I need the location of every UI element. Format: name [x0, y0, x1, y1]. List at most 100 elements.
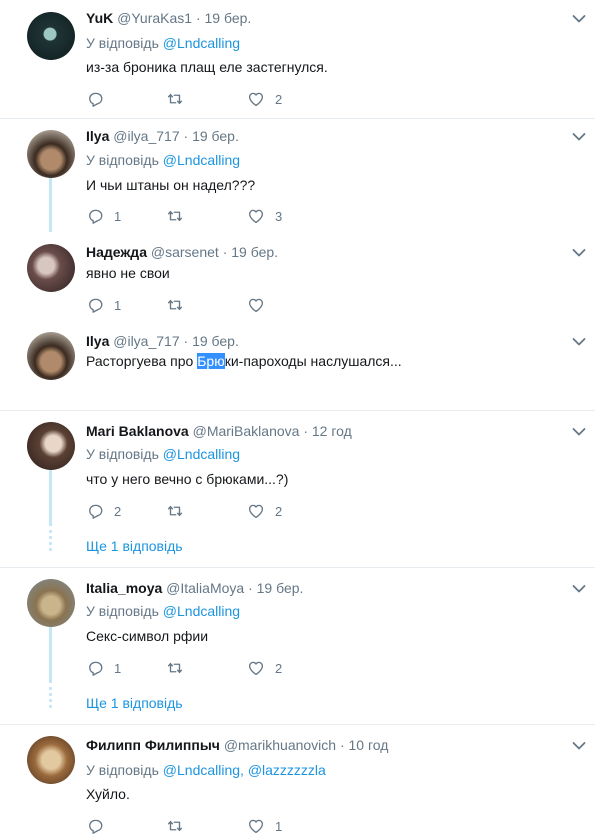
- show-more-replies-link[interactable]: Ще 1 відповідь: [86, 538, 183, 554]
- avatar[interactable]: [27, 244, 75, 292]
- reply-icon: [86, 207, 104, 225]
- reply-count: 2: [114, 503, 122, 519]
- reply-button[interactable]: 1: [86, 206, 121, 226]
- chevron-down-icon[interactable]: [572, 337, 586, 347]
- author-handle[interactable]: @ilya_717: [113, 333, 179, 349]
- author-name[interactable]: Mari Baklanova: [86, 423, 189, 439]
- author-handle[interactable]: @marikhuanovich: [224, 737, 336, 753]
- chevron-down-icon[interactable]: [572, 14, 586, 24]
- heart-icon: [247, 296, 265, 314]
- reply-mention[interactable]: @Lndcalling,: [163, 762, 244, 778]
- author-handle[interactable]: @ilya_717: [113, 128, 179, 144]
- thread-dots: [49, 530, 52, 554]
- avatar[interactable]: [27, 130, 75, 178]
- author-handle[interactable]: @ItaliaMoya: [166, 580, 244, 596]
- reply-context: У відповідь @Lndcalling, @lazzzzzzla: [86, 762, 326, 778]
- reply-count: 1: [114, 660, 122, 676]
- reply-mention[interactable]: @lazzzzzzla: [248, 762, 326, 778]
- like-button[interactable]: 1: [247, 816, 282, 836]
- tweet-header: Italia_moya @ItaliaMoya · 19 бер.: [86, 580, 303, 596]
- retweet-icon: [166, 90, 184, 108]
- author-name[interactable]: Italia_moya: [86, 580, 162, 596]
- reply-count: 1: [114, 297, 122, 313]
- reply-button[interactable]: 1: [86, 658, 121, 678]
- retweet-button[interactable]: [166, 658, 184, 678]
- reply-button[interactable]: 1: [86, 295, 121, 315]
- retweet-icon: [166, 659, 184, 677]
- reply-button[interactable]: 2: [86, 501, 121, 521]
- thread-line: [49, 178, 52, 232]
- heart-icon: [247, 659, 265, 677]
- reply-mention[interactable]: @Lndcalling: [163, 446, 240, 462]
- show-more-replies-link[interactable]: Ще 1 відповідь: [86, 695, 183, 711]
- like-count: 3: [275, 208, 283, 224]
- tweet-header: Ilya @ilya_717 · 19 бер.: [86, 333, 239, 349]
- like-button[interactable]: 2: [247, 501, 282, 521]
- tweet-text-part: ки-пароходы наслушался...: [224, 353, 402, 369]
- avatar[interactable]: [27, 12, 75, 60]
- reply-mention[interactable]: @Lndcalling: [163, 603, 240, 619]
- divider: [0, 118, 595, 119]
- chevron-down-icon[interactable]: [572, 427, 586, 437]
- reply-button[interactable]: [86, 816, 104, 836]
- retweet-icon: [166, 502, 184, 520]
- reply-icon: [86, 502, 104, 520]
- retweet-button[interactable]: [166, 816, 184, 836]
- reply-prefix: У відповідь: [86, 35, 159, 51]
- tweet-date[interactable]: · 10 год: [340, 737, 388, 753]
- reply-button[interactable]: [86, 89, 104, 109]
- tweet-header: Mari Baklanova @MariBaklanova · 12 год: [86, 423, 352, 439]
- heart-icon: [247, 207, 265, 225]
- like-button[interactable]: 3: [247, 206, 282, 226]
- chevron-down-icon[interactable]: [572, 584, 586, 594]
- avatar[interactable]: [27, 332, 75, 380]
- reply-mention[interactable]: @Lndcalling: [163, 152, 240, 168]
- retweet-icon: [166, 207, 184, 225]
- avatar[interactable]: [27, 736, 75, 784]
- retweet-button[interactable]: [166, 206, 184, 226]
- chevron-down-icon[interactable]: [572, 741, 586, 751]
- avatar[interactable]: [27, 579, 75, 627]
- reply-context: У відповідь @Lndcalling: [86, 35, 240, 51]
- heart-icon: [247, 502, 265, 520]
- like-count: 2: [275, 503, 283, 519]
- tweet-date[interactable]: · 19 бер.: [184, 333, 239, 349]
- tweet-date[interactable]: · 19 бер.: [184, 128, 239, 144]
- author-name[interactable]: Надежда: [86, 244, 147, 260]
- author-name[interactable]: Филипп Филиппыч: [86, 737, 220, 753]
- author-handle[interactable]: @YuraKas1: [117, 10, 192, 26]
- tweet-text: явно не свои: [86, 265, 170, 281]
- tweet-date[interactable]: · 19 бер.: [223, 244, 278, 260]
- tweet-header: Ilya @ilya_717 · 19 бер.: [86, 128, 239, 144]
- author-name[interactable]: Ilya: [86, 333, 109, 349]
- author-name[interactable]: Ilya: [86, 128, 109, 144]
- avatar[interactable]: [27, 422, 75, 470]
- divider: [0, 410, 595, 411]
- tweet-date[interactable]: · 19 бер.: [196, 10, 251, 26]
- author-name[interactable]: YuK: [86, 10, 113, 26]
- retweet-button[interactable]: [166, 295, 184, 315]
- like-button[interactable]: [247, 295, 265, 315]
- like-button[interactable]: 2: [247, 658, 282, 678]
- tweet-date[interactable]: · 19 бер.: [248, 580, 303, 596]
- chevron-down-icon[interactable]: [572, 132, 586, 142]
- tweet-date[interactable]: · 12 год: [303, 423, 351, 439]
- thread-line: [49, 470, 52, 526]
- reply-mention[interactable]: @Lndcalling: [163, 35, 240, 51]
- author-handle[interactable]: @sarsenet: [151, 244, 219, 260]
- reply-icon: [86, 296, 104, 314]
- reply-count: 1: [114, 208, 122, 224]
- chevron-down-icon[interactable]: [572, 248, 586, 258]
- tweet-text: из-за броника плащ еле застегнулся.: [86, 59, 328, 75]
- reply-context: У відповідь @Lndcalling: [86, 446, 240, 462]
- retweet-button[interactable]: [166, 501, 184, 521]
- author-handle[interactable]: @MariBaklanova: [193, 423, 300, 439]
- tweet-header: Филипп Филиппыч @marikhuanovich · 10 год: [86, 737, 388, 753]
- thread-line: [49, 627, 52, 683]
- like-button[interactable]: 2: [247, 89, 282, 109]
- reply-context: У відповідь @Lndcalling: [86, 603, 240, 619]
- tweet-header: YuK @YuraKas1 · 19 бер.: [86, 10, 251, 26]
- tweet-text: Хуйло.: [86, 786, 130, 802]
- retweet-button[interactable]: [166, 89, 184, 109]
- reply-icon: [86, 817, 104, 835]
